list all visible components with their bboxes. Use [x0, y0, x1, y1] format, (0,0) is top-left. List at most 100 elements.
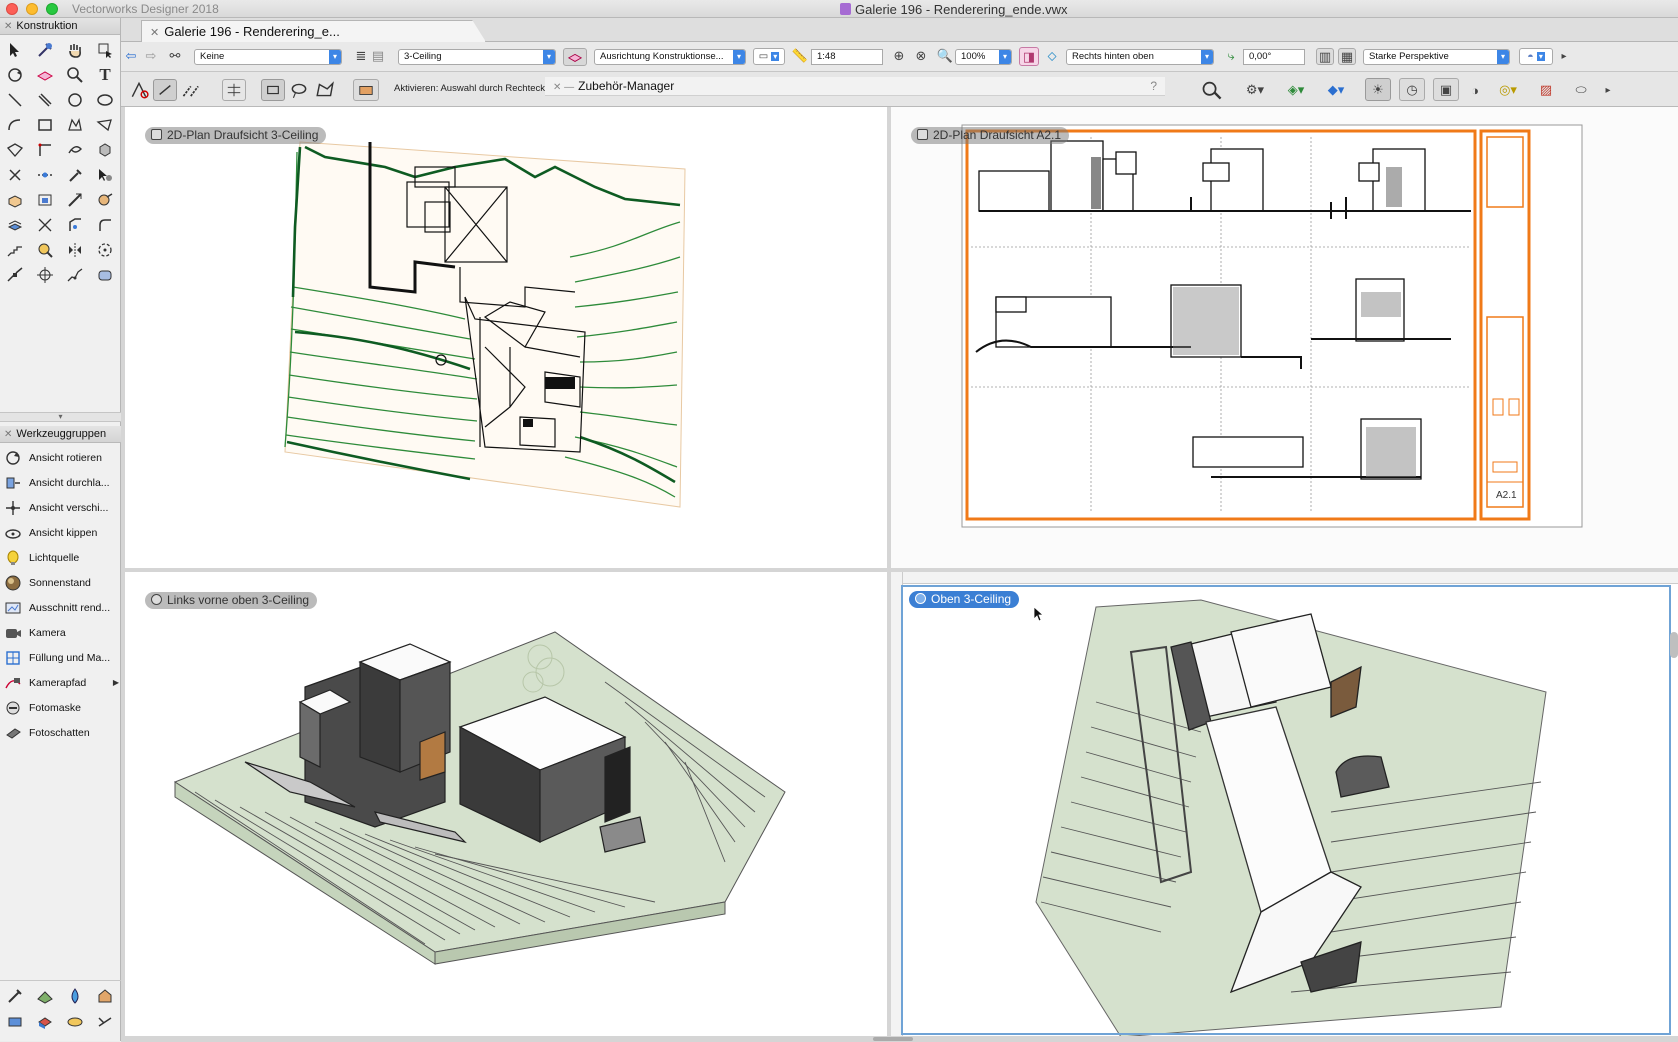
toolbar-overflow-icon[interactable]: ▸ [1601, 81, 1615, 99]
working-plane-dropdown[interactable]: Ausrichtung Konstruktionse... ▾ [594, 49, 746, 65]
close-icon[interactable]: ✕ — [553, 82, 574, 93]
layer-dropdown[interactable]: 3-Ceiling ▾ [398, 49, 556, 65]
mirror-tool-icon[interactable] [30, 187, 60, 212]
render-mode-dropdown[interactable]: ◓ ▾ [1519, 48, 1553, 65]
stair-tool-icon[interactable] [0, 237, 30, 262]
trim-tool-icon[interactable] [0, 162, 30, 187]
layer-icon[interactable]: ≣ [353, 48, 369, 64]
visualization-set-icon[interactable] [60, 1009, 90, 1035]
fillet-arc-tool-icon[interactable] [90, 212, 120, 237]
class-visibility-icon[interactable]: ⚯ [167, 48, 183, 64]
sheet-layer-dropdown[interactable]: ▭ ▾ [753, 48, 785, 65]
class-visibility-toggle-icon[interactable]: ▦ [1338, 48, 1356, 65]
visibility-tool-icon[interactable] [1201, 81, 1223, 100]
layer-visibility-icon[interactable]: ▥ [1316, 48, 1334, 65]
vertical-scrollbar-thumb[interactable] [1670, 632, 1678, 658]
objects-set-icon[interactable] [30, 1009, 60, 1035]
attribute-tool-icon[interactable] [90, 162, 120, 187]
rotate-copy-tool-icon[interactable] [90, 237, 120, 262]
double-line-tool-icon[interactable] [30, 87, 60, 112]
offset-tool-icon[interactable] [60, 187, 90, 212]
toolbar-overflow-icon[interactable]: ▸ [1557, 48, 1571, 64]
render-viewport-icon[interactable]: ▣ [1433, 78, 1459, 101]
close-window-button[interactable] [6, 3, 18, 15]
working-plane-button[interactable] [563, 48, 587, 66]
split-tool-icon[interactable] [30, 212, 60, 237]
viewport-label-top-left[interactable]: 2D-Plan Draufsicht 3-Ceiling [145, 127, 327, 144]
tool-render-crop[interactable]: Ausschnitt rend... [0, 595, 121, 620]
horizontal-scrollbar[interactable] [121, 1036, 1678, 1042]
snap-loci-icon[interactable]: ◈▾ [1281, 81, 1311, 99]
polygon-tool-icon[interactable] [60, 112, 90, 137]
pan-hand-icon[interactable] [60, 37, 90, 62]
rotate-plan-icon[interactable]: ⤷ [1223, 48, 1239, 64]
zoom-dropdown[interactable]: 100% ▾ [955, 49, 1012, 65]
viewport-label-top-right[interactable]: 2D-Plan Draufsicht A2.1 [911, 127, 1070, 144]
flyover-tool-icon[interactable] [30, 37, 60, 62]
mirror-axis-tool-icon[interactable] [60, 237, 90, 262]
mode-alignment-icon[interactable] [222, 79, 246, 101]
scale-field[interactable]: 1:48 [811, 49, 883, 65]
fit-to-page-icon[interactable]: ⊗ [913, 48, 929, 64]
view-cube-button[interactable]: ◨ [1019, 47, 1039, 66]
water-set-icon[interactable] [60, 983, 90, 1009]
viewport-label-bottom-right[interactable]: Oben 3-Ceiling [909, 591, 1020, 608]
line-tool-icon[interactable] [0, 87, 30, 112]
construction-set-icon[interactable] [0, 983, 30, 1009]
locus-tool-icon[interactable] [30, 262, 60, 287]
fit-to-objects-icon[interactable]: ⊕ [891, 48, 907, 64]
polygon-selection-icon[interactable] [315, 81, 335, 99]
tab-document[interactable]: ✕ Galerie 196 - Renderering_e... [141, 20, 486, 42]
working-plane-icon[interactable] [30, 62, 60, 87]
scale-ruler-icon[interactable]: 📏 [792, 48, 808, 64]
background-options-icon[interactable]: ⬭ [1567, 81, 1595, 99]
tool-walkthrough[interactable]: Ansicht durchla... [0, 470, 121, 495]
polyline-tool-icon[interactable] [90, 112, 120, 137]
viewport-bottom-left[interactable]: Links vorne oben 3-Ceiling [125, 572, 887, 1041]
forward-arrow-icon[interactable]: ⇨ [143, 48, 159, 64]
magnet-tool-icon[interactable] [30, 237, 60, 262]
horizontal-scrollbar-thumb[interactable] [873, 1037, 913, 1041]
close-icon[interactable]: ✕ [4, 429, 12, 440]
light-bulb-icon[interactable]: ◎▾ [1493, 81, 1523, 99]
close-icon[interactable]: ✕ [4, 21, 12, 32]
close-icon[interactable]: ✕ [150, 27, 159, 39]
konstruktion-palette-header[interactable]: ✕ Konstruktion [0, 18, 120, 35]
werkzeuggruppen-palette-header[interactable]: ✕ Werkzeuggruppen [0, 426, 121, 443]
tool-light-source[interactable]: Lichtquelle [0, 545, 121, 570]
tool-camera-path[interactable]: Kamerapfad ▶ [0, 670, 121, 695]
rotation-field[interactable]: 0,00° [1243, 49, 1305, 65]
fillet-tool-icon[interactable] [90, 187, 120, 212]
freehand-tool-icon[interactable] [0, 137, 30, 162]
move-tool-icon[interactable] [0, 262, 30, 287]
zubehoer-manager-bar[interactable]: ✕ — Zubehör-Manager? [545, 77, 1165, 96]
vertical-ruler[interactable] [891, 572, 903, 1041]
class-dropdown[interactable]: Keine ▾ [194, 49, 342, 65]
help-icon[interactable]: ? [1150, 79, 1157, 93]
zoom-tool-icon[interactable] [60, 62, 90, 87]
contrast-icon[interactable]: ◑ [1465, 81, 1485, 99]
reshape-tool-icon[interactable] [90, 37, 120, 62]
text-tool-icon[interactable]: T [90, 62, 120, 87]
furniture-set-icon[interactable] [0, 1009, 30, 1035]
horizontal-ruler[interactable] [891, 572, 1678, 584]
chamfer-tool-icon[interactable] [60, 212, 90, 237]
zoom-icon[interactable]: 🔍 [937, 48, 953, 64]
circle-tool-icon[interactable] [60, 87, 90, 112]
tool-photo-mask[interactable]: Fotomaske [0, 695, 121, 720]
mode-multi-line-icon[interactable] [181, 81, 203, 99]
viewport-bottom-right[interactable]: Oben 3-Ceiling [891, 572, 1678, 1041]
rectangle-tool-icon[interactable] [30, 112, 60, 137]
tool-camera[interactable]: Kamera [0, 620, 121, 645]
snap-objects-icon[interactable]: ◆▾ [1321, 81, 1351, 99]
image-effects-icon[interactable]: ▨ [1533, 81, 1559, 99]
mode-select-icon[interactable] [129, 81, 149, 99]
building-set-icon[interactable] [90, 983, 120, 1009]
tool-sun-position[interactable]: Sonnenstand [0, 570, 121, 595]
detail-set-icon[interactable] [90, 1009, 120, 1035]
tool-photo-shadow[interactable]: Fotoschatten [0, 720, 121, 745]
palette-collapse-handle[interactable]: ▾ [0, 412, 121, 422]
lighting-options-icon[interactable]: ☀ [1365, 78, 1391, 101]
settings-gear-icon[interactable]: ⚙▾ [1241, 81, 1269, 99]
push-pull-tool-icon[interactable] [0, 187, 30, 212]
